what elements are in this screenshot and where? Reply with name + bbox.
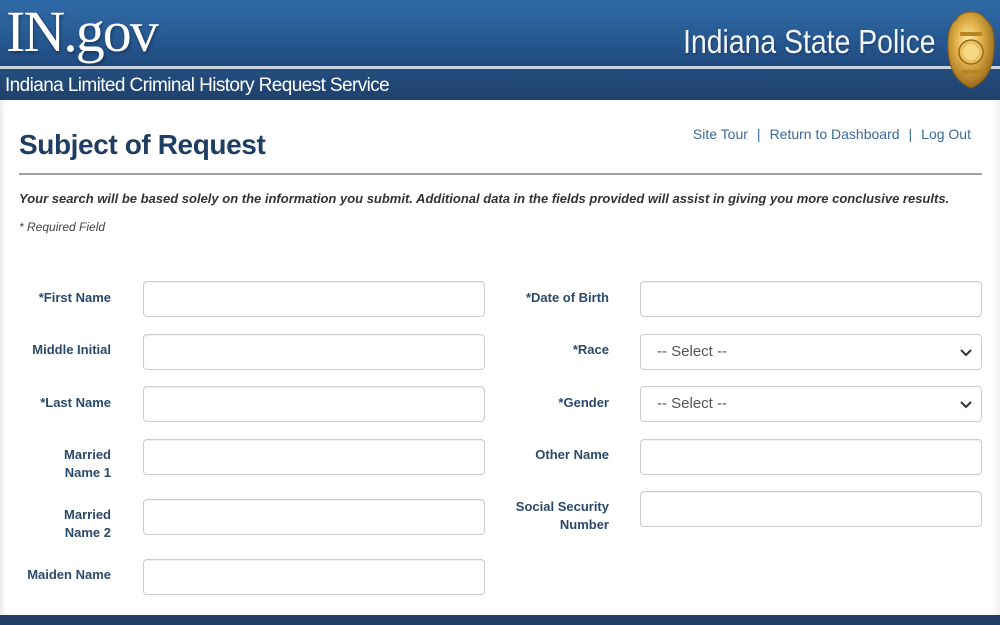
- title-divider: [19, 173, 982, 175]
- header-banner: IN.gov Indiana State Police: [0, 0, 1000, 66]
- footer-bar: [0, 615, 1000, 625]
- top-nav-links: Site Tour | Return to Dashboard | Log Out: [693, 126, 971, 142]
- log-out-link[interactable]: Log Out: [921, 126, 971, 142]
- race-selected-value: -- Select --: [657, 343, 728, 360]
- police-badge-icon: [947, 11, 995, 89]
- middle-initial-input[interactable]: [143, 334, 485, 370]
- last-name-input[interactable]: [143, 386, 485, 422]
- other-name-label: Other Name: [535, 447, 609, 462]
- ssn-label: Social Security Number: [515, 499, 609, 532]
- date-of-birth-label: *Date of Birth: [525, 290, 609, 305]
- maiden-name-label: Maiden Name: [27, 567, 111, 582]
- chevron-down-icon: [960, 349, 972, 357]
- married-name-1-label: Married Name 1: [64, 447, 111, 480]
- chevron-down-icon: [960, 401, 972, 409]
- middle-initial-label: Middle Initial: [32, 342, 111, 357]
- gender-selected-value: -- Select --: [657, 395, 728, 412]
- married-name-2-input[interactable]: [143, 499, 485, 535]
- date-of-birth-input[interactable]: [640, 281, 982, 317]
- agency-name: Indiana State Police: [683, 23, 936, 60]
- right-scrollbar-gutter: [992, 100, 1000, 615]
- married-name-1-input[interactable]: [143, 439, 485, 475]
- page-title: Subject of Request: [19, 129, 266, 160]
- link-separator: |: [908, 126, 913, 142]
- required-field-note: * Required Field: [19, 220, 106, 234]
- left-shadow: [0, 100, 6, 615]
- last-name-label: *Last Name: [40, 395, 111, 410]
- other-name-input[interactable]: [640, 439, 982, 475]
- service-title: Indiana Limited Criminal History Request…: [5, 75, 390, 96]
- ingov-logo[interactable]: IN.gov: [6, 0, 159, 65]
- first-name-input[interactable]: [143, 281, 485, 317]
- first-name-label: *First Name: [38, 290, 111, 305]
- gender-label: *Gender: [558, 395, 609, 410]
- race-select[interactable]: -- Select --: [640, 334, 982, 370]
- site-tour-link[interactable]: Site Tour: [693, 126, 748, 142]
- maiden-name-input[interactable]: [143, 559, 485, 595]
- ssn-input[interactable]: [640, 491, 982, 527]
- race-label: *Race: [572, 342, 609, 357]
- search-notice: Your search will be based solely on the …: [19, 191, 950, 206]
- gender-select[interactable]: -- Select --: [640, 386, 982, 422]
- return-dashboard-link[interactable]: Return to Dashboard: [770, 126, 900, 142]
- married-name-2-label: Married Name 2: [64, 507, 111, 540]
- link-separator: |: [756, 126, 761, 142]
